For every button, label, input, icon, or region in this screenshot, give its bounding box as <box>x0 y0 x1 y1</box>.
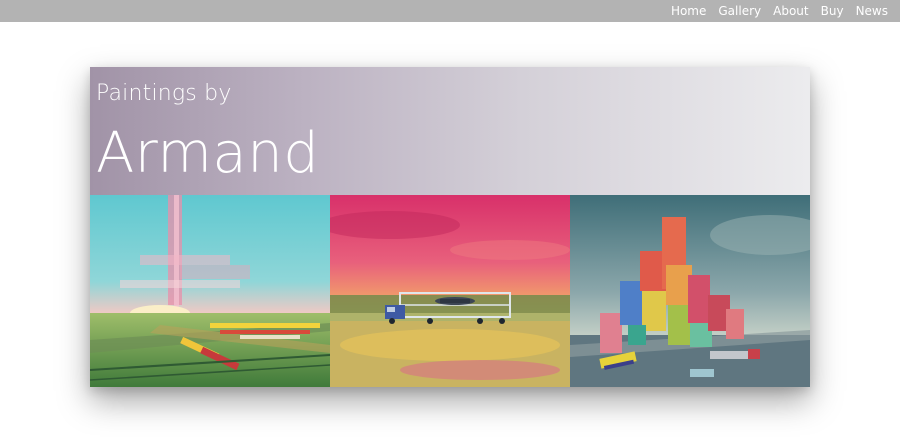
hero-card: Paintings by Armand <box>90 67 810 387</box>
hero-title: Armand <box>96 121 320 186</box>
painting-truck-image <box>330 195 570 387</box>
nav-news-link[interactable]: News <box>856 3 888 19</box>
painting-gallery <box>90 195 810 387</box>
painting-container-city-image <box>570 195 810 387</box>
nav-about-link[interactable]: About <box>773 3 808 19</box>
hero-banner: Paintings by Armand <box>90 67 810 195</box>
hero-subtitle: Paintings by <box>96 81 232 106</box>
nav-home-link[interactable]: Home <box>671 3 706 19</box>
top-nav-bar: Home Gallery About Buy News <box>0 0 900 22</box>
painting-rail-yard-image <box>90 195 330 387</box>
painting-truck[interactable] <box>330 195 570 387</box>
main-nav: Home Gallery About Buy News <box>671 3 888 19</box>
painting-rail-yard[interactable] <box>90 195 330 387</box>
painting-container-city[interactable] <box>570 195 810 387</box>
nav-gallery-link[interactable]: Gallery <box>718 3 761 19</box>
nav-buy-link[interactable]: Buy <box>821 3 844 19</box>
